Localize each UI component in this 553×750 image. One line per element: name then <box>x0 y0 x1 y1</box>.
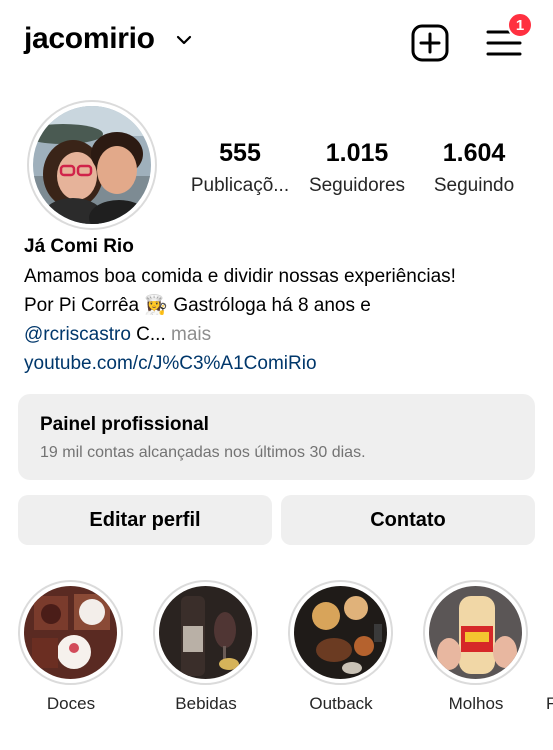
professional-dashboard[interactable]: Painel profissional 19 mil contas alcanç… <box>18 394 535 480</box>
stat-followers-label: Seguidores <box>308 175 406 196</box>
stat-following-label: Seguindo <box>433 175 515 196</box>
highlight-label: Doces <box>46 694 96 713</box>
notification-badge: 1 <box>507 12 533 38</box>
highlight-label: Bebidas <box>175 694 237 713</box>
profile-username[interactable]: jacomirio <box>24 22 155 56</box>
more-link[interactable]: mais <box>166 324 211 345</box>
highlight-cover <box>294 586 387 679</box>
highlight-label: Outback <box>309 694 373 713</box>
highlight-doces[interactable] <box>18 580 123 685</box>
stat-following[interactable]: 1.604 Seguindo <box>414 139 534 197</box>
highlight-cover <box>159 586 252 679</box>
dashboard-title: Painel profissional <box>40 414 209 435</box>
bio-text: Gastróloga há 8 anos e <box>168 295 371 316</box>
avatar-photo <box>33 106 151 224</box>
stat-followers-count: 1.015 <box>325 139 389 167</box>
chevron-down-icon[interactable] <box>176 34 192 46</box>
highlight-outback[interactable] <box>288 580 393 685</box>
stat-posts[interactable]: 555 Publicaçõ... <box>180 139 300 197</box>
highlight-label-partial: F <box>546 694 553 713</box>
stat-followers[interactable]: 1.015 Seguidores <box>297 139 417 197</box>
bio-line: Por Pi Corrêa 👩‍🍳 Gastróloga há 8 anos e <box>24 291 371 320</box>
bio-text: Por Pi Corrêa <box>24 295 145 316</box>
contact-button[interactable]: Contato <box>281 495 535 545</box>
profile-display-name: Já Comi Rio <box>24 236 134 257</box>
highlight-molhos[interactable] <box>423 580 528 685</box>
highlight-cover <box>429 586 522 679</box>
highlight-label: Molhos <box>448 694 504 713</box>
highlight-bebidas[interactable] <box>153 580 258 685</box>
mention-link[interactable]: @rcriscastro <box>24 324 131 345</box>
edit-profile-button[interactable]: Editar perfil <box>18 495 272 545</box>
dashboard-subtitle: 19 mil contas alcançadas nos últimos 30 … <box>40 444 366 461</box>
website-link[interactable]: youtube.com/c/J%C3%A1ComiRio <box>24 349 317 378</box>
highlight-cover <box>24 586 117 679</box>
create-post-icon[interactable] <box>411 24 449 62</box>
stat-posts-count: 555 <box>219 139 261 167</box>
chef-emoji-icon: 👩‍🍳 <box>144 295 169 316</box>
bio-line: Amamos boa comida e dividir nossas exper… <box>24 266 456 287</box>
stat-following-count: 1.604 <box>442 139 506 167</box>
bio-line: @rcriscastro C... mais <box>24 320 211 349</box>
stat-posts-label: Publicaçõ... <box>190 175 290 196</box>
bio-text: C... <box>130 324 166 345</box>
profile-avatar[interactable] <box>27 100 157 230</box>
